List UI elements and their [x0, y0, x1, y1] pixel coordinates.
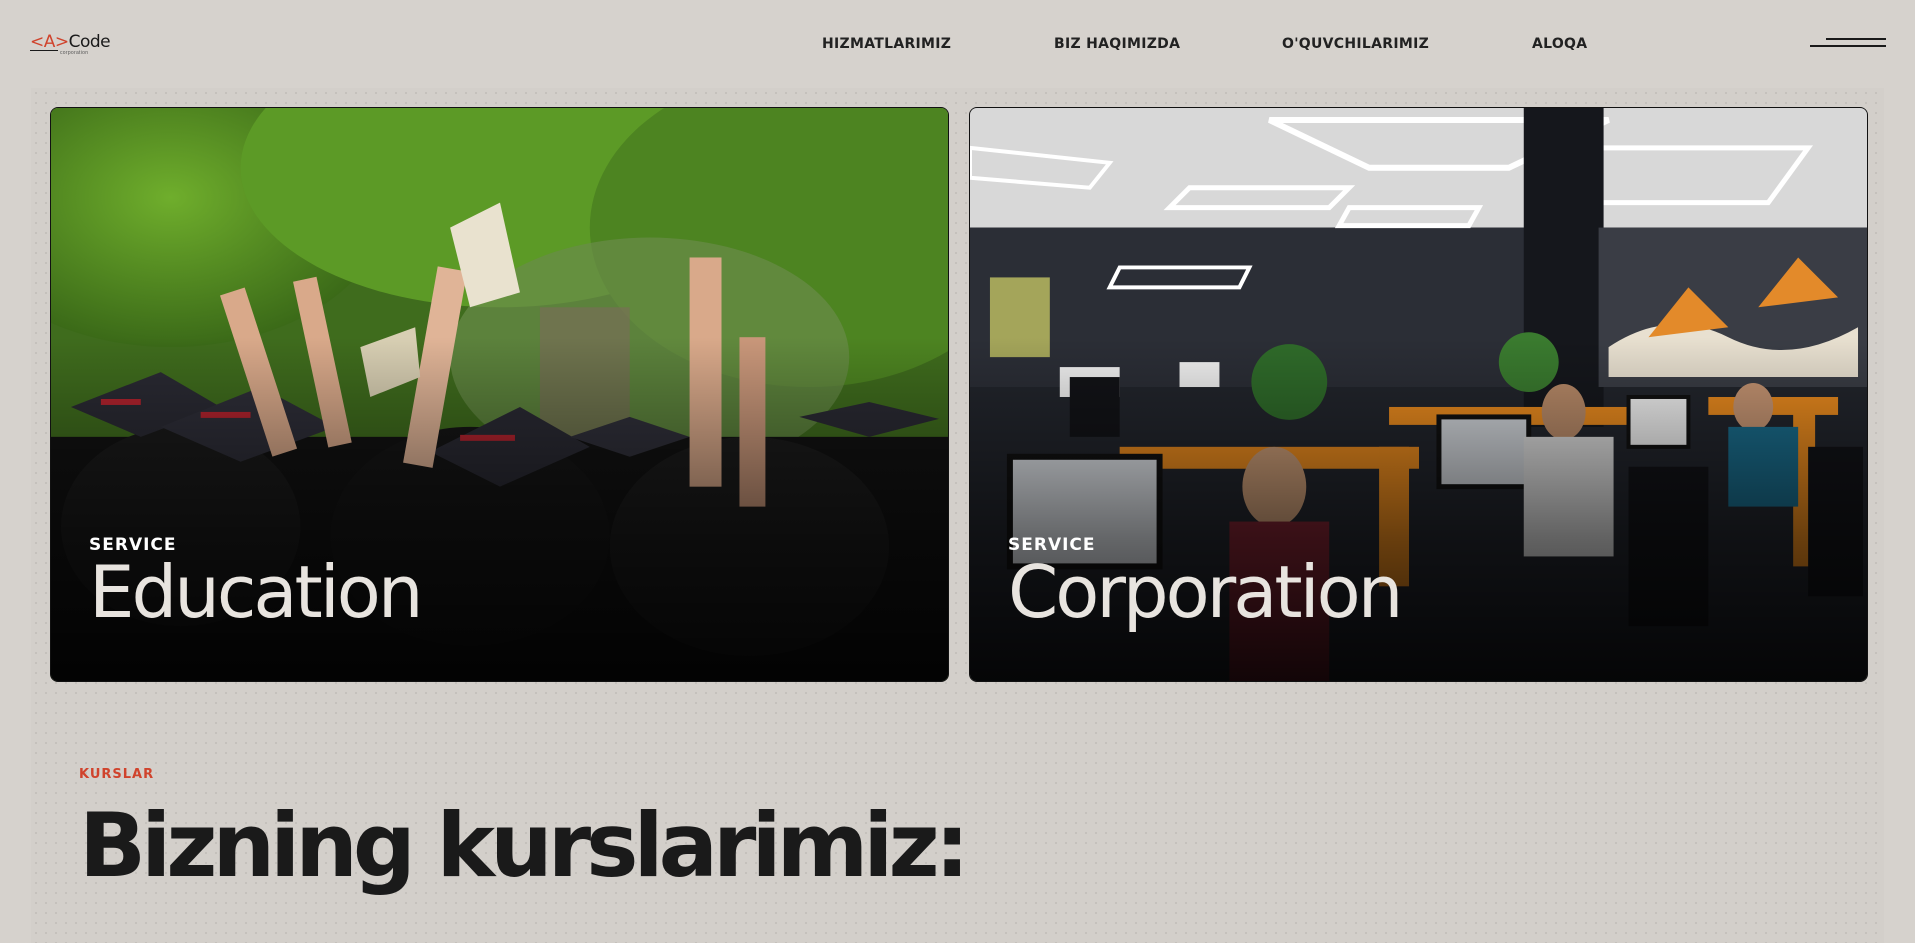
nav-item-services[interactable]: HIZMATLARIMIZ — [822, 36, 951, 52]
nav-item-students[interactable]: O'QUVCHILARIMIZ — [1282, 36, 1429, 52]
corporation-card-title: Corporation — [1008, 550, 1403, 634]
main-nav: HIZMATLARIMIZ BIZ HAQIMIZDA O'QUVCHILARI… — [0, 36, 1915, 56]
main-panel: SERVICE Education SERVICE Corporation KU… — [31, 88, 1884, 943]
menu-line-top — [1826, 38, 1886, 40]
hamburger-menu-icon[interactable] — [1810, 36, 1890, 50]
courses-title: Bizning kurslarimiz: — [79, 794, 970, 897]
education-card-title: Education — [89, 550, 423, 634]
site-header: <A>Code corporation HIZMATLARIMIZ BIZ HA… — [0, 0, 1915, 88]
nav-item-contact[interactable]: ALOQA — [1532, 36, 1587, 52]
education-card[interactable]: SERVICE Education — [50, 107, 949, 682]
corporation-card[interactable]: SERVICE Corporation — [969, 107, 1868, 682]
nav-item-about[interactable]: BIZ HAQIMIZDA — [1054, 36, 1180, 52]
courses-kicker: KURSLAR — [79, 767, 155, 782]
menu-line-bottom — [1810, 45, 1886, 47]
